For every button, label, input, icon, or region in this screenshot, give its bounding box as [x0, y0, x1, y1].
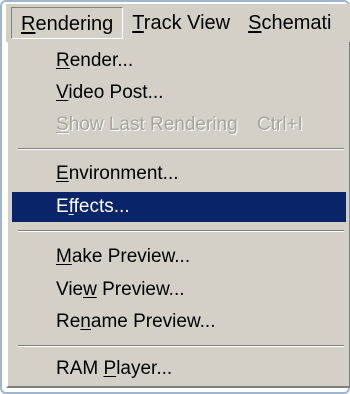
menu-item-label: Video Post...	[56, 82, 164, 103]
menu-item-label: Environment...	[56, 163, 179, 184]
menu-item-environment[interactable]: Environment...	[12, 159, 346, 189]
menu-item-label: Render...	[56, 50, 134, 71]
menu-item-ram-player[interactable]: RAM Player...	[12, 354, 346, 384]
menu-item-video-post[interactable]: Video Post...	[12, 78, 346, 108]
menu-item-render[interactable]: Render...	[12, 46, 346, 76]
menu-bar: Rendering Track View Schemati	[6, 4, 350, 42]
menu-item-rename-preview[interactable]: Rename Preview...	[12, 307, 346, 337]
menu-item-label: View Preview...	[56, 279, 185, 300]
menu-separator	[18, 345, 344, 347]
menu-rendering[interactable]: Rendering	[11, 7, 124, 39]
rendering-dropdown-menu: Render... Video Post... Show Last Render…	[6, 42, 350, 388]
menu-item-label: Show Last Rendering	[56, 114, 238, 135]
menu-track-view[interactable]: Track View	[123, 7, 239, 39]
menu-item-label: RAM Player...	[56, 358, 173, 379]
menu-item-label: Effects...	[56, 196, 130, 217]
menu-schematic[interactable]: Schemati	[239, 7, 331, 39]
menu-separator	[18, 148, 344, 150]
menu-item-view-preview[interactable]: View Preview...	[12, 275, 346, 305]
menu-item-make-preview[interactable]: Make Preview...	[12, 242, 346, 272]
menu-item-shortcut: Ctrl+I	[257, 114, 303, 135]
menu-item-label: Make Preview...	[56, 246, 191, 267]
menu-item-effects[interactable]: Effects...	[12, 192, 346, 222]
menu-item-label: Rename Preview...	[56, 311, 216, 332]
menu-separator	[18, 230, 344, 232]
menu-item-show-last-rendering: Show Last Rendering Ctrl+I	[12, 110, 346, 140]
